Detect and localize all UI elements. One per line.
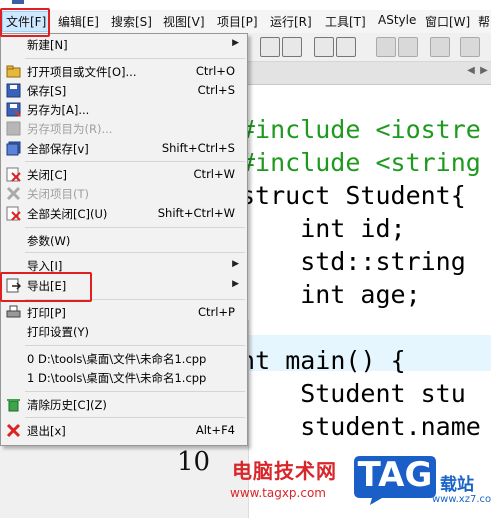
tab-scroll-right-icon[interactable]: ▶: [478, 65, 490, 79]
file-menu-item-5[interactable]: 全部保存[v] Shift+Ctrl+S: [1, 138, 247, 160]
file-menu-item-shortcut: Ctrl+S: [197, 83, 235, 97]
file-menu-item-shortcut: Ctrl+P: [197, 305, 235, 319]
file-menu-item-label: 另存项目为(R)...: [27, 122, 113, 136]
menu-separator: [25, 345, 245, 346]
file-menu-item-label: 保存[S]: [27, 84, 67, 98]
file-menu-dropdown: 新建[N] ▶ 打开项目或文件[O]... Ctrl+O 保存[S] Ctrl+S 另存为[…: [0, 33, 248, 446]
site-watermark-url: www.tagxp.com: [230, 486, 326, 500]
file-menu-item-shortcut: Ctrl+W: [193, 167, 235, 181]
print-icon: [6, 305, 21, 320]
file-menu-item-0[interactable]: 新建[N] ▶: [1, 34, 247, 56]
file-menu-item-label: 关闭[C]: [27, 168, 68, 182]
site2-watermark-url: www.xz7.com: [432, 494, 491, 505]
file-menu-item-9[interactable]: 参数(W): [1, 230, 247, 252]
code-line-4: int id;: [248, 214, 406, 243]
toolbar: [248, 33, 491, 62]
file-menu-item-shortcut: Alt+F4: [195, 423, 235, 437]
file-menu-item-label: 打印设置(Y): [27, 325, 89, 339]
editor-tab-strip: ◀ ▶: [248, 62, 491, 85]
file-menu-item-label: 关闭项目(T): [27, 187, 89, 201]
file-menu-item-15[interactable]: 1 D:\tools\桌面\文件\未命名1.cpp: [1, 367, 247, 389]
close-project-icon: [6, 186, 21, 201]
menu-separator: [25, 252, 245, 253]
site2-watermark: 载站: [440, 475, 474, 495]
submenu-arrow-icon: ▶: [232, 259, 239, 269]
menu-run[interactable]: 运行[R]: [270, 13, 312, 30]
file-menu-item-17[interactable]: 退出[x] Alt+F4: [1, 420, 247, 442]
menu-bar: 文件[F] 编辑[E] 搜索[S] 视图[V] 项目[P] 运行[R] 工具[T…: [0, 10, 491, 34]
code-line-3: struct Student{: [248, 181, 466, 210]
submenu-arrow-icon: ▶: [232, 38, 239, 48]
title-bar: [0, 0, 491, 10]
file-menu-item-label: 全部保存[v]: [27, 142, 89, 156]
code-line-5: std::string: [248, 247, 466, 276]
tag-badge-text: TAG: [357, 455, 433, 495]
export-highlight-box: [0, 272, 92, 302]
tag-badge-logo: TAG: [352, 452, 438, 506]
menu-help[interactable]: 帮: [478, 13, 490, 30]
find-icon[interactable]: [260, 37, 280, 57]
tab-scroll-left-icon[interactable]: ◀: [465, 65, 477, 79]
site-watermark: 电脑技术网: [232, 459, 337, 483]
save-as-icon: [6, 102, 21, 117]
menu-window[interactable]: 窗口[W]: [425, 13, 470, 30]
save-icon: [6, 83, 21, 98]
file-menu-item-label: 打开项目或文件[O]...: [27, 65, 137, 79]
code-line-6: int age;: [248, 280, 421, 309]
menu-edit[interactable]: 编辑[E]: [58, 13, 99, 30]
menu-separator: [25, 391, 245, 392]
file-menu-item-label: 退出[x]: [27, 424, 66, 438]
file-menu-item-shortcut: Shift+Ctrl+W: [157, 206, 235, 220]
menu-separator: [25, 58, 245, 59]
menu-astyle[interactable]: AStyle: [378, 13, 416, 27]
app-icon: [12, 0, 24, 4]
file-menu-item-label: 1 D:\tools\桌面\文件\未命名1.cpp: [27, 371, 207, 385]
menu-view[interactable]: 视图[V]: [163, 13, 205, 30]
file-menu-item-label: 打印[P]: [27, 306, 66, 320]
close-all-icon: [6, 206, 21, 221]
menu-search[interactable]: 搜索[S]: [111, 13, 152, 30]
code-line-9: Student stu: [248, 379, 466, 408]
open-folder-icon: [6, 64, 21, 79]
line-number: 10: [177, 447, 211, 477]
clear-history-icon: [6, 397, 21, 412]
file-menu-item-label: 清除历史[C](Z): [27, 398, 107, 412]
code-line-10: student.name: [248, 412, 481, 441]
code-line-8: int main() {: [248, 346, 406, 375]
file-menu-item-label: 0 D:\tools\桌面\文件\未命名1.cpp: [27, 352, 207, 366]
file-menu-highlight-box: [0, 8, 50, 37]
forward-icon[interactable]: [398, 37, 418, 57]
file-menu-item-label: 全部关闭[C](U): [27, 207, 108, 221]
file-menu-item-shortcut: Ctrl+O: [195, 64, 235, 78]
code-line-2: #include <string: [248, 148, 481, 177]
menu-separator: [25, 161, 245, 162]
file-menu-item-8[interactable]: 全部关闭[C](U) Shift+Ctrl+W: [1, 203, 247, 225]
find-replace-icon[interactable]: [282, 37, 302, 57]
file-menu-item-4: 另存项目为(R)...: [1, 118, 247, 140]
file-menu-item-7: 关闭项目(T): [1, 183, 247, 205]
code-line-1: #include <iostre: [248, 115, 481, 144]
file-menu-item-label: 参数(W): [27, 234, 71, 248]
exit-icon: [6, 423, 21, 438]
file-menu-item-shortcut: Shift+Ctrl+S: [161, 141, 235, 155]
goto-line-icon[interactable]: [336, 37, 356, 57]
file-menu-item-13[interactable]: 打印设置(Y): [1, 321, 247, 343]
save-project-icon: [6, 121, 21, 136]
submenu-arrow-icon: ▶: [232, 279, 239, 289]
menu-separator: [25, 417, 245, 418]
close-file-icon: [6, 167, 21, 182]
watch-icon[interactable]: [430, 37, 450, 57]
menu-project[interactable]: 项目[P]: [217, 13, 258, 30]
file-menu-item-label: 另存为[A]...: [27, 103, 90, 117]
bookmark-icon[interactable]: [314, 37, 334, 57]
menu-separator: [25, 227, 245, 228]
debug-icon[interactable]: [460, 37, 480, 57]
back-icon[interactable]: [376, 37, 396, 57]
file-menu-item-16[interactable]: 清除历史[C](Z): [1, 394, 247, 416]
menu-tools[interactable]: 工具[T]: [325, 13, 366, 30]
file-menu-item-label: 新建[N]: [27, 38, 68, 52]
save-all-icon: [6, 141, 21, 156]
